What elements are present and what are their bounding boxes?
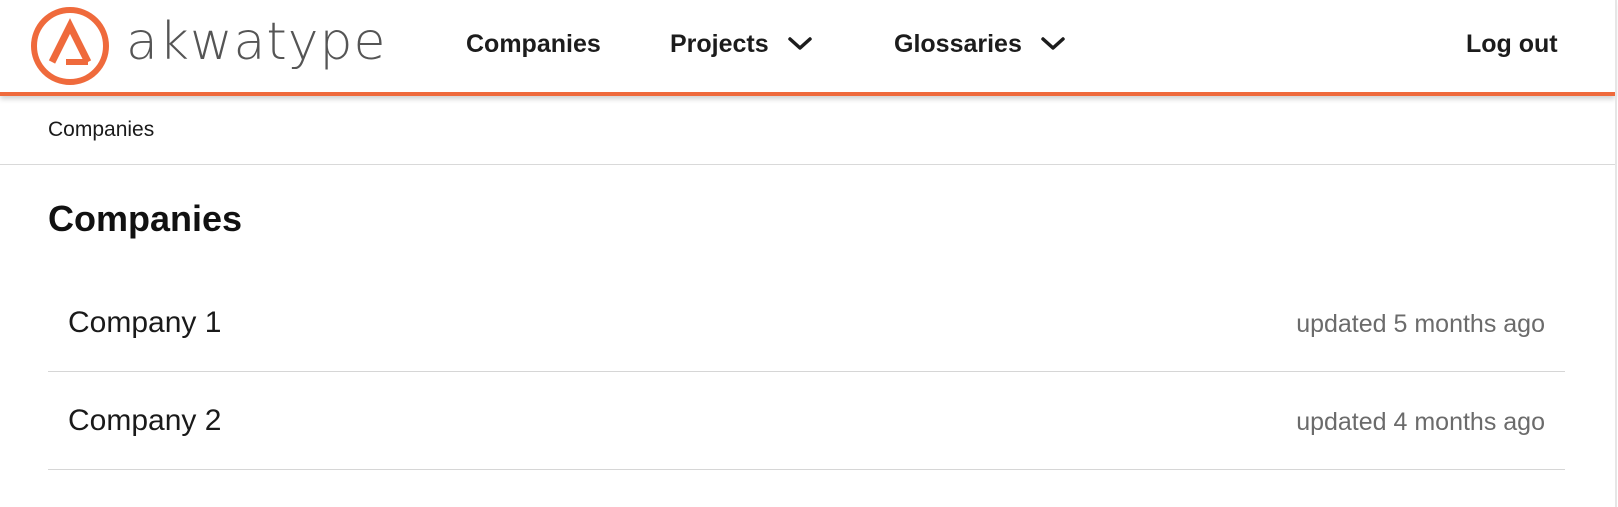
logout-button[interactable]: Log out [1466,20,1558,68]
company-name[interactable]: Company 2 [68,404,221,438]
company-updated-timestamp: updated 5 months ago [1296,310,1545,338]
chevron-down-icon [787,37,812,50]
brand-name: akwatype [126,12,387,72]
company-list: Company 1 updated 5 months ago Company 2… [48,274,1565,470]
page-title: Companies [48,198,243,239]
nav-companies-label: Companies [466,29,601,58]
breadcrumb-bar: Companies [0,96,1615,165]
nav-companies[interactable]: Companies [466,20,601,68]
page: akwatype Companies Projects Glossaries L… [0,0,1618,507]
top-navbar: akwatype Companies Projects Glossaries L… [0,0,1615,96]
nav-glossaries-dropdown[interactable]: Glossaries [894,20,1066,68]
chevron-down-icon [1041,37,1065,50]
logout-label: Log out [1466,29,1558,58]
window-edge [1615,0,1617,507]
nav-projects-label: Projects [670,29,769,58]
list-item[interactable]: Company 2 updated 4 months ago [48,372,1565,470]
company-updated-timestamp: updated 4 months ago [1296,408,1545,436]
logo-link[interactable]: akwatype [30,4,387,88]
list-item[interactable]: Company 1 updated 5 months ago [48,274,1565,372]
nav-glossaries-label: Glossaries [894,29,1022,58]
company-name[interactable]: Company 1 [68,306,221,340]
nav-projects-dropdown[interactable]: Projects [670,20,813,68]
akwatype-logo-icon [31,7,109,85]
breadcrumb[interactable]: Companies [48,118,154,142]
